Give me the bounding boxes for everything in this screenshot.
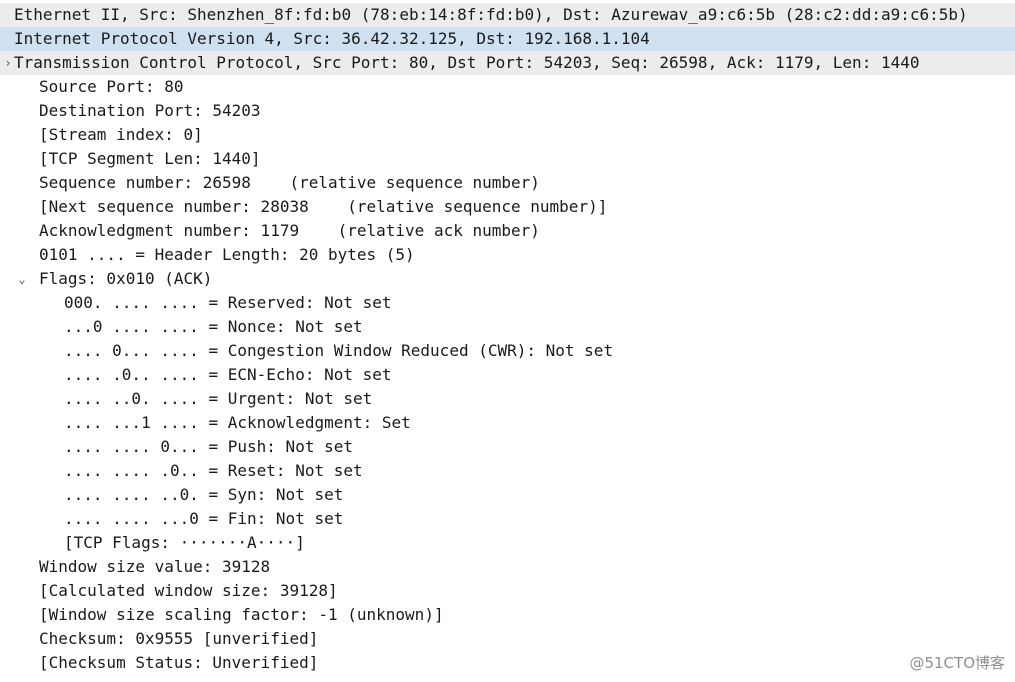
collapsed-chevron-icon[interactable]: › [2,51,14,75]
tree-row-f-cwr[interactable]: .... 0... .... = Congestion Window Reduc… [0,339,1015,363]
tree-row-f-push[interactable]: .... .... 0... = Push: Not set [0,435,1015,459]
tree-row-f-reset[interactable]: .... .... .0.. = Reset: Not set [0,459,1015,483]
tree-row-label: [TCP Segment Len: 1440] [39,149,261,168]
tree-row-srcport[interactable]: Source Port: 80 [0,75,1015,99]
tree-row-label: 000. .... .... = Reserved: Not set [64,293,392,312]
watermark: @51CTO博客 [909,654,1005,672]
tree-row-nextseq[interactable]: [Next sequence number: 28038 (relative s… [0,195,1015,219]
tree-row-label: .... .... ..0. = Syn: Not set [64,485,344,504]
tree-row-label: .... .... ...0 = Fin: Not set [64,509,344,528]
tree-row-label: Checksum: 0x9555 [unverified] [39,629,319,648]
tree-row-label: .... 0... .... = Congestion Window Reduc… [64,341,614,360]
tree-row-label: 0101 .... = Header Length: 20 bytes (5) [39,245,415,264]
tree-row-ip[interactable]: Internet Protocol Version 4, Src: 36.42.… [0,27,1015,51]
tree-row-label: [Window size scaling factor: -1 (unknown… [39,605,444,624]
tree-row-f-reserved[interactable]: 000. .... .... = Reserved: Not set [0,291,1015,315]
tree-row-f-syn[interactable]: .... .... ..0. = Syn: Not set [0,483,1015,507]
tree-row-chkstatus[interactable]: [Checksum Status: Unverified] [0,651,1015,675]
tree-row-f-urg[interactable]: .... ..0. .... = Urgent: Not set [0,387,1015,411]
tree-row-seglen[interactable]: [TCP Segment Len: 1440] [0,147,1015,171]
tree-row-label: .... .... .0.. = Reset: Not set [64,461,363,480]
tree-row-checksum[interactable]: Checksum: 0x9555 [unverified] [0,627,1015,651]
tree-row-label: Internet Protocol Version 4, Src: 36.42.… [14,29,650,48]
packet-details-tree: Ethernet II, Src: Shenzhen_8f:fd:b0 (78:… [0,0,1015,682]
tree-row-seq[interactable]: Sequence number: 26598 (relative sequenc… [0,171,1015,195]
expanded-chevron-icon[interactable]: ⌄ [16,267,28,291]
tree-row-f-fin[interactable]: .... .... ...0 = Fin: Not set [0,507,1015,531]
tree-row-label: Ethernet II, Src: Shenzhen_8f:fd:b0 (78:… [14,5,968,24]
tree-row-label: Transmission Control Protocol, Src Port:… [14,53,920,72]
tree-row-ack[interactable]: Acknowledgment number: 1179 (relative ac… [0,219,1015,243]
tree-row-label: Window size value: 39128 [39,557,271,576]
tree-row-tcp[interactable]: › Transmission Control Protocol, Src Port… [0,51,1015,75]
tree-row-label: Sequence number: 26598 (relative sequenc… [39,173,540,192]
tree-row-label: ...0 .... .... = Nonce: Not set [64,317,363,336]
tree-row-label: [Calculated window size: 39128] [39,581,338,600]
tree-row-label: .... .0.. .... = ECN-Echo: Not set [64,365,392,384]
tree-row-f-ecn[interactable]: .... .0.. .... = ECN-Echo: Not set [0,363,1015,387]
tree-row-calcwin[interactable]: [Calculated window size: 39128] [0,579,1015,603]
tree-row-label: [Stream index: 0] [39,125,203,144]
tree-row-label: .... ...1 .... = Acknowledgment: Set [64,413,411,432]
tree-row-label: [Checksum Status: Unverified] [39,653,319,672]
tree-row-winscale[interactable]: [Window size scaling factor: -1 (unknown… [0,603,1015,627]
tree-row-f-nonce[interactable]: ...0 .... .... = Nonce: Not set [0,315,1015,339]
tree-row-flags[interactable]: ⌄ Flags: 0x010 (ACK) [0,267,1015,291]
tree-row-f-tcpflags[interactable]: [TCP Flags: ·······A····] [0,531,1015,555]
tree-row-label: Acknowledgment number: 1179 (relative ac… [39,221,540,240]
tree-row-label: [TCP Flags: ·······A····] [64,533,305,552]
tree-row-dstport[interactable]: Destination Port: 54203 [0,99,1015,123]
tree-row-f-ack[interactable]: .... ...1 .... = Acknowledgment: Set [0,411,1015,435]
tree-row-winsize[interactable]: Window size value: 39128 [0,555,1015,579]
tree-row-stream[interactable]: [Stream index: 0] [0,123,1015,147]
tree-row-hdrlen[interactable]: 0101 .... = Header Length: 20 bytes (5) [0,243,1015,267]
tree-row-label: .... .... 0... = Push: Not set [64,437,353,456]
tree-row-label: .... ..0. .... = Urgent: Not set [64,389,373,408]
tree-row-eth[interactable]: Ethernet II, Src: Shenzhen_8f:fd:b0 (78:… [0,3,1015,27]
tree-row-label: Source Port: 80 [39,77,184,96]
tree-row-label: Destination Port: 54203 [39,101,261,120]
tree-row-label: [Next sequence number: 28038 (relative s… [39,197,608,216]
tree-row-label: Flags: 0x010 (ACK) [39,269,213,288]
